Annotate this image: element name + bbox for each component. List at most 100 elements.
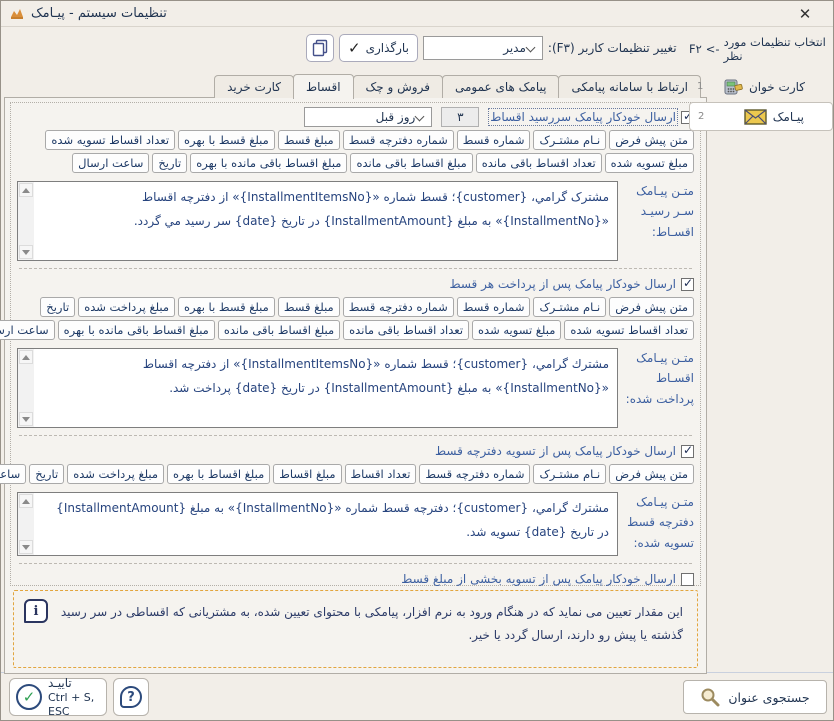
field-button[interactable]: ساعت ارسال — [72, 153, 149, 173]
checkbox-label[interactable]: ارسال خودکار پیامک پس از تسویه دفترچه قس… — [435, 444, 676, 458]
checkbox[interactable] — [681, 445, 694, 458]
hint-text: انتخاب تنظیمات مورد نظر — [724, 35, 827, 63]
search-icon — [700, 687, 720, 707]
message-textarea[interactable]: مشترك گرامي، {customer}؛ قسط شماره «{Ins… — [34, 349, 617, 427]
message-textarea-frame: مشترك گرامي، {customer}؛ قسط شماره «{Ins… — [17, 348, 618, 428]
field-button[interactable]: مبلغ قسط — [278, 130, 340, 150]
copy-settings-button[interactable] — [306, 34, 334, 62]
checkbox-label[interactable]: ارسال خودکار پیامک پس از پرداخت هر قسط — [449, 277, 676, 291]
scroll-down-icon[interactable] — [19, 412, 33, 426]
envelope-icon — [744, 109, 767, 125]
field-button[interactable]: متن پیش فرض — [609, 464, 694, 484]
tab-sms-gateway[interactable]: ارتباط با سامانه پیامکی — [558, 75, 701, 98]
scroll-down-icon[interactable] — [19, 245, 33, 259]
field-button[interactable]: متن پیش فرض — [609, 297, 694, 317]
load-button[interactable]: بارگذاری ✓ — [339, 34, 418, 62]
field-button[interactable]: شماره قسط — [457, 130, 531, 150]
field-button[interactable]: ساعت ارسال — [0, 320, 55, 340]
placeholder-buttons-row: متن پیش فرضنـام مشتـرکشماره دفترچه قسطتع… — [17, 464, 694, 484]
settled-sms-checkbox-row: ارسال خودکار پیامک پس از تسویه دفترچه قس… — [17, 441, 694, 461]
confirm-check-icon: ✓ — [16, 684, 42, 710]
title-bar: تنظیمات سیستم - پیـامک ✕ — [1, 1, 833, 27]
scroll-up-icon[interactable] — [19, 494, 33, 508]
field-button[interactable]: شماره دفترچه قسط — [343, 130, 454, 150]
message-textarea[interactable]: مشترك گرامي، {customer}؛ دفترچه قسط شمار… — [34, 493, 617, 555]
sidebar-item-sms[interactable]: 2 پیـامک — [689, 102, 833, 131]
section-divider — [19, 563, 692, 564]
field-button[interactable]: تاریخ — [40, 297, 75, 317]
tab-general-sms[interactable]: پیامک های عمومی — [442, 75, 560, 98]
sidebar-item-label: کارت خوان — [749, 80, 805, 94]
field-button[interactable]: مبلغ تسویه شده — [472, 320, 561, 340]
check-icon: ✓ — [348, 39, 361, 57]
field-button[interactable]: مبلغ قسط — [278, 297, 340, 317]
section-divider — [19, 268, 692, 269]
field-button[interactable]: تعداد اقساط تسویه شده — [564, 320, 694, 340]
tab-strip: ارتباط با سامانه پیامکی پیامک های عمومی … — [215, 74, 701, 99]
field-button[interactable]: مبلغ اقساط باقی مانده — [350, 153, 472, 173]
user-select[interactable]: مدیر — [423, 36, 543, 60]
field-button[interactable]: شماره دفترچه قسط — [419, 464, 530, 484]
placeholder-buttons-row: تعداد اقساط تسویه شدهمبلغ تسویه شدهتعداد… — [17, 320, 694, 340]
field-button[interactable]: تعداد اقساط باقی مانده — [343, 320, 469, 340]
message-label: متـن پیـامک دفترچه قسط تسویه شده: — [624, 492, 694, 556]
field-button[interactable]: مبلغ اقساط باقی مانده با بهره — [190, 153, 347, 173]
field-button[interactable]: مبلغ اقساط باقی مانده — [218, 320, 340, 340]
search-title-button[interactable]: جستجوی عنوان — [683, 680, 827, 714]
field-button[interactable]: تاریخ — [29, 464, 64, 484]
field-button[interactable]: مبلغ پرداخت شده — [67, 464, 164, 484]
user-settings-strip: بارگذاری ✓ مدیر تغییر تنظیمات کاربر (F۳)… — [306, 33, 677, 63]
chevron-down-icon — [526, 43, 536, 53]
info-note-box: i این مقدار تعیین می نماید که در هنگام و… — [13, 590, 698, 668]
field-button[interactable]: ساعت ارسال — [0, 464, 26, 484]
item-number: 2 — [698, 111, 708, 122]
scroll-up-icon[interactable] — [19, 183, 33, 197]
field-button[interactable]: مبلغ تسویه شده — [605, 153, 694, 173]
scroll-down-icon[interactable] — [19, 540, 33, 554]
window-title: تنظیمات سیستم - پیـامک — [31, 6, 167, 21]
field-button[interactable]: تعداد اقساط — [345, 464, 417, 484]
chevron-down-icon — [415, 112, 425, 122]
field-button[interactable]: مبلغ اقساط باقی مانده با بهره — [58, 320, 215, 340]
info-icon: i — [24, 599, 48, 623]
scrollbar[interactable] — [18, 182, 34, 260]
close-icon[interactable]: ✕ — [791, 3, 819, 25]
scrollbar[interactable] — [18, 349, 34, 427]
scroll-up-icon[interactable] — [19, 350, 33, 364]
tab-sales-cheque[interactable]: فروش و چک — [353, 75, 443, 98]
days-before-input[interactable]: ۳ — [441, 107, 479, 127]
partial-sms-checkbox-row: ارسال خودکار پیامک پس از تسویه بخشی از م… — [17, 569, 694, 589]
field-button[interactable]: متن پیش فرض — [609, 130, 694, 150]
field-button[interactable]: مبلغ قسط با بهره — [178, 130, 275, 150]
message-label: متـن پیـامک سـر رسیـد اقسـاط: — [624, 181, 694, 261]
tab-installments[interactable]: اقساط — [293, 74, 354, 99]
field-button[interactable]: تعداد اقساط باقی مانده — [476, 153, 602, 173]
days-unit-select[interactable]: روز قبل — [304, 107, 432, 127]
field-button[interactable]: نـام مشتـرک — [533, 464, 606, 484]
confirm-button[interactable]: ✓ تاییـد Ctrl + S, ESC — [9, 678, 107, 716]
checkbox[interactable] — [681, 278, 694, 291]
checkbox-label[interactable]: ارسال خودکار پیامک سررسید اقساط — [490, 110, 676, 124]
field-button[interactable]: مبلغ اقساط — [273, 464, 341, 484]
field-button[interactable]: مبلغ اقساط با بهره — [167, 464, 270, 484]
field-button[interactable]: مبلغ پرداخت شده — [78, 297, 175, 317]
change-user-label: تغییر تنظیمات کاربر (F۳): — [548, 41, 677, 55]
field-button[interactable]: نـام مشتـرک — [533, 297, 606, 317]
help-button[interactable]: ? — [113, 678, 149, 716]
field-button[interactable]: مبلغ قسط با بهره — [178, 297, 275, 317]
due-sms-checkbox-row: ارسال خودکار پیامک سررسید اقساط ۳ روز قب… — [17, 107, 694, 127]
field-button[interactable]: نـام مشتـرک — [533, 130, 606, 150]
message-textarea[interactable]: مشترک گرامي، {customer}؛ قسط شماره «{Ins… — [34, 182, 617, 260]
checkbox[interactable] — [681, 573, 694, 586]
field-button[interactable]: تاریخ — [152, 153, 187, 173]
tab-purchase-card[interactable]: کارت خرید — [214, 75, 294, 98]
field-button[interactable]: تعداد اقساط تسویه شده — [45, 130, 175, 150]
placeholder-buttons-row: مبلغ تسویه شدهتعداد اقساط باقی ماندهمبلغ… — [17, 153, 694, 173]
field-button[interactable]: شماره قسط — [457, 297, 531, 317]
installments-tab-panel: ارسال خودکار پیامک سررسید اقساط ۳ روز قب… — [4, 97, 707, 674]
sidebar-item-card-reader[interactable]: 1 کارت خوان — [689, 73, 833, 100]
message-textarea-frame: مشترک گرامي، {customer}؛ قسط شماره «{Ins… — [17, 181, 618, 261]
field-button[interactable]: شماره دفترچه قسط — [343, 297, 454, 317]
checkbox-label[interactable]: ارسال خودکار پیامک پس از تسویه بخشی از م… — [401, 572, 676, 586]
scrollbar[interactable] — [18, 493, 34, 555]
